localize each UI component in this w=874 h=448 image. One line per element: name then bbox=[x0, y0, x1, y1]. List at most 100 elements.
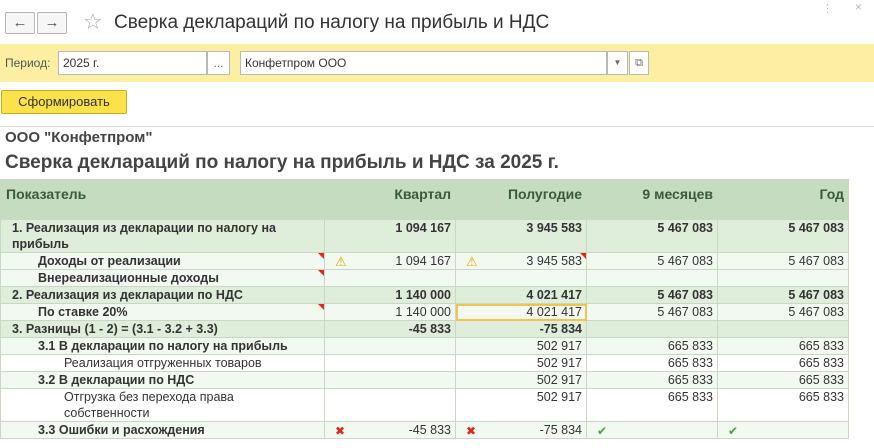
table-row[interactable]: 2. Реализация из декларации по НДС 1 140… bbox=[0, 286, 849, 304]
table-row[interactable]: Внереализационные доходы bbox=[0, 269, 849, 287]
column-header-year[interactable]: Год bbox=[717, 179, 849, 220]
table-row[interactable]: Реализация отгруженных товаров 502 917 6… bbox=[0, 354, 849, 372]
cell-year[interactable]: 665 833 bbox=[717, 371, 849, 389]
table-row[interactable]: Доходы от реализации ⚠ 1 094 167 ⚠ 3 945 5… bbox=[0, 252, 849, 270]
period-field[interactable]: 2025 г. bbox=[58, 51, 207, 75]
close-icon[interactable]: × bbox=[855, 0, 862, 14]
report-table: Показатель Квартал Полугодие 9 месяцев Г… bbox=[0, 179, 849, 439]
organization-field[interactable]: Конфетпром ООО bbox=[240, 51, 607, 75]
title-bar: ← → ☆ Сверка деклараций по налогу на при… bbox=[0, 0, 874, 44]
row-label: Внереализационные доходы bbox=[0, 269, 325, 287]
table-row[interactable]: 1. Реализация из декларации по налогу на… bbox=[0, 219, 849, 253]
cell-9-months[interactable]: 5 467 083 bbox=[586, 286, 718, 304]
table-row[interactable]: Отгрузка без перехода права собственност… bbox=[0, 388, 849, 422]
cell-year[interactable]: 665 833 bbox=[717, 354, 849, 372]
back-button[interactable]: ← bbox=[5, 12, 35, 34]
cell-quarter[interactable] bbox=[324, 371, 456, 389]
row-label: 2. Реализация из декларации по НДС bbox=[0, 286, 325, 304]
table-row[interactable]: 3. Разницы (1 - 2) = (3.1 - 3.2 + 3.3) -… bbox=[0, 320, 849, 338]
cell-quarter[interactable] bbox=[324, 354, 456, 372]
cell-year[interactable]: 5 467 083 bbox=[717, 286, 849, 304]
cell-9-months[interactable]: 5 467 083 bbox=[586, 219, 718, 253]
cell-year[interactable]: ✔ bbox=[717, 421, 849, 439]
report-title: Сверка деклараций по налогу на прибыль и… bbox=[5, 152, 559, 173]
more-icon[interactable]: ⋮ bbox=[822, 2, 836, 15]
cell-half-year[interactable]: ✖ -75 834 bbox=[455, 421, 587, 439]
check-icon[interactable]: ✔ bbox=[728, 423, 738, 439]
cell-year[interactable]: 5 467 083 bbox=[717, 252, 849, 270]
row-label: 3.2 В декларации по НДС bbox=[0, 371, 325, 389]
chevron-down-icon[interactable]: ▼ bbox=[607, 51, 628, 75]
cell-quarter[interactable] bbox=[324, 388, 456, 422]
warning-icon[interactable]: ⚠ bbox=[466, 254, 478, 270]
error-icon[interactable]: ✖ bbox=[466, 423, 476, 439]
cell-half-year-selected[interactable]: 4 021 417 bbox=[455, 303, 587, 321]
comment-marker-icon[interactable] bbox=[580, 253, 586, 259]
cell-quarter[interactable]: ✖ -45 833 bbox=[324, 421, 456, 439]
cell-quarter[interactable]: -45 833 bbox=[324, 320, 456, 338]
row-label: 3.3 Ошибки и расхождения bbox=[0, 421, 325, 439]
period-label: Период: bbox=[5, 56, 51, 70]
cell-9-months[interactable] bbox=[586, 269, 718, 287]
column-header-half-year[interactable]: Полугодие bbox=[455, 179, 587, 220]
cell-year[interactable]: 5 467 083 bbox=[717, 303, 849, 321]
open-icon[interactable]: ⧉ bbox=[629, 51, 649, 75]
comment-marker-icon[interactable] bbox=[318, 253, 324, 259]
arrow-left-icon: ← bbox=[12, 14, 28, 31]
column-header-quarter[interactable]: Квартал bbox=[324, 179, 456, 220]
cell-half-year[interactable]: 502 917 bbox=[455, 388, 587, 422]
cell-quarter[interactable]: 1 094 167 bbox=[324, 219, 456, 253]
cell-9-months[interactable]: 5 467 083 bbox=[586, 252, 718, 270]
row-label: Отгрузка без перехода права собственност… bbox=[0, 388, 325, 422]
comment-marker-icon[interactable] bbox=[318, 304, 324, 310]
row-label: По ставке 20% bbox=[0, 303, 325, 321]
table-header-row: Показатель Квартал Полугодие 9 месяцев Г… bbox=[0, 179, 849, 220]
cell-half-year[interactable]: 3 945 583 bbox=[455, 219, 587, 253]
table-row[interactable]: 3.1 В декларации по налогу на прибыль 50… bbox=[0, 337, 849, 355]
column-header-9-months[interactable]: 9 месяцев bbox=[586, 179, 718, 220]
window-title: Сверка деклараций по налогу на прибыль и… bbox=[114, 12, 550, 33]
table-row[interactable]: По ставке 20% 1 140 000 4 021 417 5 467 … bbox=[0, 303, 849, 321]
row-label: Доходы от реализации bbox=[0, 252, 325, 270]
comment-marker-icon[interactable] bbox=[318, 270, 324, 276]
cell-quarter[interactable]: 1 140 000 bbox=[324, 303, 456, 321]
cell-9-months[interactable]: 665 833 bbox=[586, 388, 718, 422]
cell-quarter[interactable] bbox=[324, 269, 456, 287]
table-row[interactable]: 3.3 Ошибки и расхождения ✖ -45 833 ✖ -75 8… bbox=[0, 421, 849, 439]
cell-half-year[interactable]: 502 917 bbox=[455, 371, 587, 389]
report-organization: ООО "Конфетпром" bbox=[5, 129, 153, 146]
row-label: 3. Разницы (1 - 2) = (3.1 - 3.2 + 3.3) bbox=[0, 320, 325, 338]
arrow-right-icon: → bbox=[44, 14, 60, 31]
cell-quarter[interactable]: ⚠ 1 094 167 bbox=[324, 252, 456, 270]
cell-9-months[interactable]: 665 833 bbox=[586, 371, 718, 389]
cell-year[interactable]: 665 833 bbox=[717, 388, 849, 422]
cell-quarter[interactable]: 1 140 000 bbox=[324, 286, 456, 304]
divider bbox=[0, 126, 874, 127]
error-icon[interactable]: ✖ bbox=[335, 423, 345, 439]
cell-half-year[interactable]: -75 834 bbox=[455, 320, 587, 338]
cell-9-months[interactable]: ✔ bbox=[586, 421, 718, 439]
cell-9-months[interactable] bbox=[586, 320, 718, 338]
cell-half-year[interactable]: ⚠ 3 945 583 bbox=[455, 252, 587, 270]
cell-year[interactable]: 5 467 083 bbox=[717, 219, 849, 253]
cell-half-year[interactable]: 502 917 bbox=[455, 337, 587, 355]
forward-button[interactable]: → bbox=[37, 12, 67, 34]
cell-9-months[interactable]: 665 833 bbox=[586, 337, 718, 355]
table-row[interactable]: 3.2 В декларации по НДС 502 917 665 833 … bbox=[0, 371, 849, 389]
generate-button[interactable]: Сформировать bbox=[1, 90, 127, 114]
warning-icon[interactable]: ⚠ bbox=[335, 254, 347, 270]
cell-half-year[interactable] bbox=[455, 269, 587, 287]
cell-quarter[interactable] bbox=[324, 337, 456, 355]
check-icon[interactable]: ✔ bbox=[597, 423, 607, 439]
period-select-button[interactable]: ... bbox=[207, 51, 230, 75]
cell-half-year[interactable]: 4 021 417 bbox=[455, 286, 587, 304]
cell-9-months[interactable]: 5 467 083 bbox=[586, 303, 718, 321]
filter-bar: Период: 2025 г. ... Конфетпром ООО ▼ ⧉ bbox=[0, 44, 874, 82]
cell-year[interactable] bbox=[717, 269, 849, 287]
favorite-star-icon[interactable]: ☆ bbox=[83, 9, 103, 35]
cell-year[interactable] bbox=[717, 320, 849, 338]
column-header-indicator[interactable]: Показатель bbox=[0, 179, 325, 220]
cell-9-months[interactable]: 665 833 bbox=[586, 354, 718, 372]
cell-year[interactable]: 665 833 bbox=[717, 337, 849, 355]
cell-half-year[interactable]: 502 917 bbox=[455, 354, 587, 372]
